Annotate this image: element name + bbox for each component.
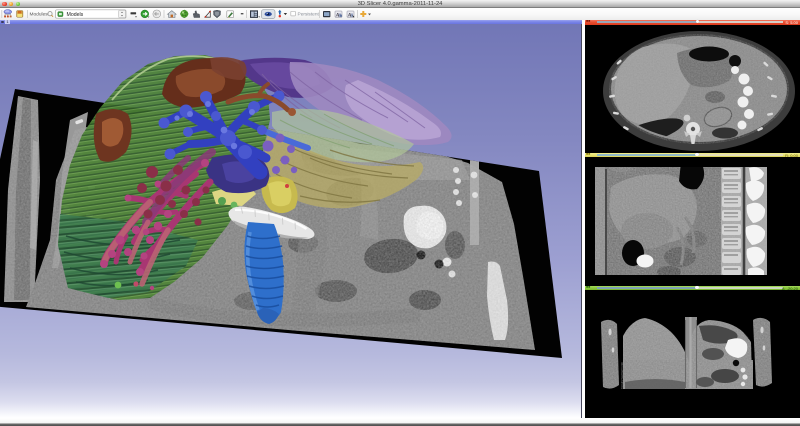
svg-text:Persistent: Persistent bbox=[298, 12, 320, 18]
svg-text:A: A bbox=[347, 13, 352, 19]
svg-text:Modules:: Modules: bbox=[30, 12, 49, 18]
svg-text:Models: Models bbox=[67, 12, 84, 18]
svg-text:A: A bbox=[335, 13, 340, 19]
